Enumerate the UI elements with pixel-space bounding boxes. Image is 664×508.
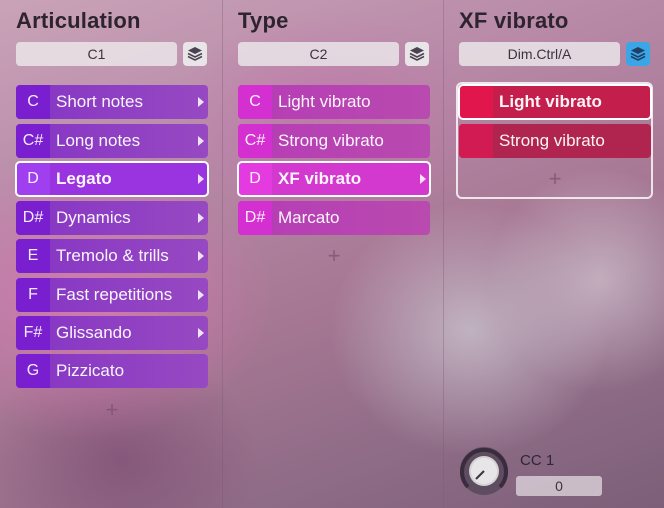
item-key: D: [238, 162, 272, 196]
xf-vibrato-layers-button[interactable]: [626, 42, 650, 66]
layers-icon: [187, 47, 203, 61]
item-label: Light vibrato: [499, 92, 602, 111]
articulation-item-short-notes[interactable]: C Short notes: [16, 85, 208, 119]
item-key: C#: [16, 124, 50, 158]
item-key: C#: [238, 124, 272, 158]
chevron-right-icon: [194, 162, 208, 196]
type-item-marcato[interactable]: D# Marcato: [238, 201, 430, 235]
chevron-right-icon: [194, 85, 208, 119]
articulation-item-long-notes[interactable]: C# Long notes: [16, 124, 208, 158]
type-item-strong-vibrato[interactable]: C# Strong vibrato: [238, 124, 430, 158]
cc-label: CC 1: [520, 452, 555, 469]
chevron-right-icon: [194, 316, 208, 350]
item-label: Legato: [56, 169, 112, 188]
articulation-item-fast-repetitions[interactable]: F Fast repetitions: [16, 278, 208, 312]
articulation-title: Articulation: [16, 8, 141, 33]
add-type-button[interactable]: +: [324, 243, 344, 268]
item-key: F#: [16, 316, 50, 350]
cc-value-field[interactable]: 0: [516, 476, 602, 496]
chevron-right-icon: [194, 201, 208, 235]
type-title: Type: [238, 8, 289, 33]
articulation-layers-button[interactable]: [183, 42, 207, 66]
item-label: Marcato: [278, 208, 340, 227]
layers-icon: [630, 47, 646, 61]
item-key: E: [16, 239, 50, 273]
item-label: XF vibrato: [278, 169, 362, 188]
articulation-item-dynamics[interactable]: D# Dynamics: [16, 201, 208, 235]
type-column: Type C2 C Light vibrato C# Strong vibrat…: [222, 0, 442, 508]
xf-item-light-vibrato[interactable]: Light vibrato: [458, 84, 652, 120]
chevron-right-icon: [194, 278, 208, 312]
articulation-item-tremolo-trills[interactable]: E Tremolo & trills: [16, 239, 208, 273]
item-label: Fast repetitions: [56, 285, 173, 304]
item-label: Dynamics: [56, 208, 131, 227]
item-key: [459, 124, 493, 158]
knob-icon: [460, 447, 508, 495]
chevron-right-icon: [194, 124, 208, 158]
type-selector[interactable]: C2: [238, 42, 399, 66]
articulation-column: Articulation C1 C Short notes C# Long no…: [0, 0, 221, 508]
item-key: F: [16, 278, 50, 312]
type-layers-button[interactable]: [405, 42, 429, 66]
cc-knob[interactable]: [458, 445, 510, 497]
item-key: D#: [16, 201, 50, 235]
chevron-right-icon: [416, 162, 430, 196]
item-key: C: [238, 85, 272, 119]
item-label: Light vibrato: [278, 92, 371, 111]
xf-vibrato-selector[interactable]: Dim.Ctrl/A: [459, 42, 620, 66]
articulation-item-glissando[interactable]: F# Glissando: [16, 316, 208, 350]
add-xf-item-button[interactable]: +: [545, 166, 565, 191]
xf-vibrato-title: XF vibrato: [459, 8, 569, 33]
add-articulation-button[interactable]: +: [102, 397, 122, 422]
type-item-xf-vibrato[interactable]: D XF vibrato: [237, 161, 431, 197]
articulation-item-legato[interactable]: D Legato: [15, 161, 209, 197]
layers-icon: [409, 47, 425, 61]
type-item-light-vibrato[interactable]: C Light vibrato: [238, 85, 430, 119]
item-key: C: [16, 85, 50, 119]
item-label: Tremolo & trills: [56, 246, 169, 265]
articulation-selector[interactable]: C1: [16, 42, 177, 66]
xf-item-strong-vibrato[interactable]: Strong vibrato: [459, 124, 651, 158]
item-label: Pizzicato: [56, 361, 125, 380]
item-label: Long notes: [56, 131, 141, 150]
xf-vibrato-column: XF vibrato Dim.Ctrl/A Light vibrato Stro…: [443, 0, 664, 508]
articulation-item-pizzicato[interactable]: G Pizzicato: [16, 354, 208, 388]
item-label: Strong vibrato: [278, 131, 384, 150]
item-label: Strong vibrato: [499, 131, 605, 150]
item-key: D: [16, 162, 50, 196]
item-label: Glissando: [56, 323, 132, 342]
item-label: Short notes: [56, 92, 143, 111]
item-key: D#: [238, 201, 272, 235]
chevron-right-icon: [194, 239, 208, 273]
item-key: [459, 85, 493, 119]
item-key: G: [16, 354, 50, 388]
